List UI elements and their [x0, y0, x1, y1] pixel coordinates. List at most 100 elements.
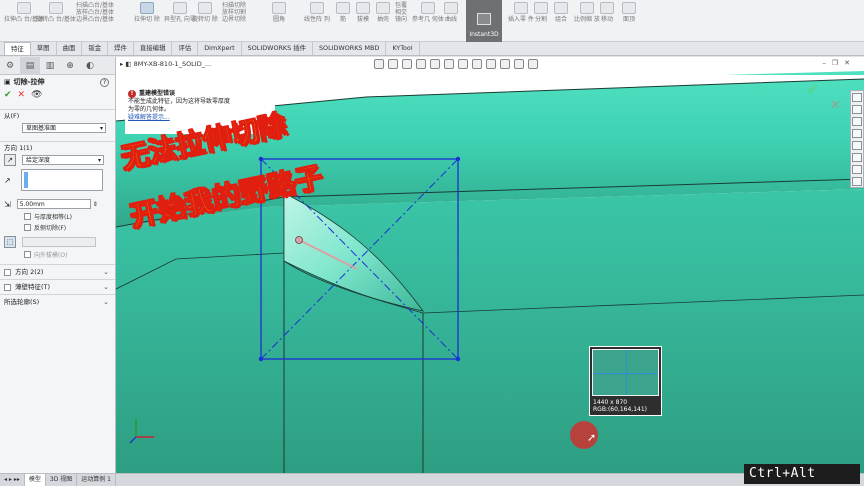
tab-direct-edit[interactable]: 直接编辑: [134, 42, 173, 55]
move-icon: [600, 2, 614, 14]
configuration-manager-icon[interactable]: ▥: [40, 57, 60, 75]
chevron-down-icon: ⌄: [103, 267, 109, 276]
tab-sw-mbd[interactable]: SOLIDWORKS MBD: [313, 42, 387, 55]
move-button[interactable]: 移动: [600, 2, 614, 36]
curves-button[interactable]: 曲线: [444, 2, 458, 36]
tab-kytool[interactable]: KYTool: [386, 42, 420, 55]
minimize-icon[interactable]: –: [822, 59, 826, 67]
front-face[interactable]: [116, 189, 864, 473]
face-icon: [622, 2, 636, 14]
tab-surfaces[interactable]: 曲面: [57, 42, 83, 55]
instant3d-icon: [477, 13, 491, 25]
rib-button[interactable]: 筋: [336, 2, 350, 36]
reference-geometry-button[interactable]: 参考几 何体: [412, 2, 444, 36]
apply-scene-icon[interactable]: [500, 59, 510, 69]
tab-dimxpert[interactable]: DimXpert: [198, 42, 242, 55]
appearances-icon[interactable]: [852, 153, 862, 162]
chevron-down-icon: ▾: [99, 125, 103, 132]
tab-sketch[interactable]: 草图: [31, 42, 57, 55]
tab-evaluate[interactable]: 评估: [172, 42, 199, 55]
linear-pattern-button[interactable]: 线性阵 列: [304, 2, 330, 36]
edit-appearance-icon[interactable]: [486, 59, 496, 69]
shell-button[interactable]: 抽壳: [376, 2, 390, 36]
flip-side-checkbox[interactable]: 反侧切除(F): [0, 222, 115, 233]
reference-geometry-icon: [420, 2, 435, 14]
tab-sheet-metal[interactable]: 钣金: [82, 42, 109, 55]
insert-part-button[interactable]: 插入零 件: [508, 2, 534, 36]
tab-weldments[interactable]: 焊件: [108, 42, 134, 55]
scale-button[interactable]: 比例缩 放: [574, 2, 600, 36]
instant3d-button[interactable]: Instant3D: [466, 0, 502, 42]
custom-properties-icon[interactable]: [852, 165, 862, 174]
display-manager-icon[interactable]: ◐: [80, 57, 100, 75]
end-condition-select[interactable]: 给定深度 ▾: [22, 155, 104, 165]
wrap-intersect-mirror-group[interactable]: 包覆 相交 镜向: [395, 2, 407, 36]
design-library-icon[interactable]: [852, 117, 862, 126]
confirm-corner-cancel-icon[interactable]: ✕: [830, 98, 841, 113]
property-title: ▣ 切除-拉伸 ?: [0, 75, 115, 89]
view-orientation-icon[interactable]: [444, 59, 454, 69]
file-explorer-icon[interactable]: [852, 129, 862, 138]
split-button[interactable]: 分割: [534, 2, 548, 36]
spinner-icon[interactable]: ⇕: [93, 201, 98, 208]
display-pane-icon[interactable]: [528, 59, 538, 69]
forum-icon[interactable]: [852, 177, 862, 186]
direction-selection-box[interactable]: [20, 169, 103, 191]
feature-ribbon: 拉伸凸 台/基体 旋转凸 台/基体 扫描凸台/基体 放样凸台/基体 边界凸台/基…: [0, 0, 864, 42]
draft-button[interactable]: 拔模: [356, 2, 370, 36]
expand-tree-icon[interactable]: ▸: [120, 60, 123, 68]
draft-toggle-icon[interactable]: ⬚: [4, 236, 16, 248]
sketch-point[interactable]: [258, 356, 264, 362]
view-palette-icon[interactable]: [852, 141, 862, 150]
help-icon[interactable]: ?: [100, 77, 109, 87]
thin-feature-section[interactable]: 薄壁特征(T) ⌄: [0, 279, 115, 294]
restore-icon[interactable]: ❐: [832, 59, 838, 67]
depth-input[interactable]: 5.00mm: [16, 199, 91, 209]
selected-contours-section[interactable]: 所选轮廓(S) ⌄: [0, 294, 115, 309]
display-style-icon[interactable]: [458, 59, 468, 69]
section-view-icon[interactable]: [416, 59, 426, 69]
dimxpert-manager-icon[interactable]: ⊕: [60, 57, 80, 75]
view-settings-icon[interactable]: [514, 59, 524, 69]
revolve-cut-button[interactable]: 旋转切 除: [192, 2, 218, 36]
drag-handle[interactable]: [295, 236, 303, 244]
nav-arrows-icon[interactable]: ◂ ▸ ▸▸: [0, 474, 25, 486]
face-button[interactable]: 面顶: [622, 2, 636, 36]
direction-selection-row: ↗: [0, 167, 115, 193]
tab-model[interactable]: 模型: [24, 474, 46, 486]
zoom-area-icon[interactable]: [388, 59, 398, 69]
dynamic-annotation-icon[interactable]: [430, 59, 440, 69]
resources-icon[interactable]: [852, 105, 862, 114]
feature-manager-icon[interactable]: ⚙: [0, 57, 20, 75]
tab-features[interactable]: 特征: [4, 42, 31, 55]
sweep-cut-group[interactable]: 扫描切除 放样切割 边界切除: [222, 2, 246, 36]
previous-view-icon[interactable]: [402, 59, 412, 69]
combine-button[interactable]: 组合: [554, 2, 568, 36]
equal-thickness-checkbox[interactable]: 与厚度相等(L): [0, 211, 115, 222]
close-icon[interactable]: ✕: [844, 59, 850, 67]
revolve-boss-button[interactable]: 旋转凸 台/基体: [36, 2, 76, 36]
home-icon[interactable]: [852, 93, 862, 102]
sketch-point[interactable]: [455, 356, 461, 362]
zoom-to-fit-icon[interactable]: [374, 59, 384, 69]
tab-motion-study[interactable]: 运动算例 1: [77, 474, 116, 486]
direction-arrow-icon: ↗: [4, 175, 11, 185]
direction2-section[interactable]: 方向 2(2) ⌄: [0, 264, 115, 279]
cancel-x-icon[interactable]: ✕: [18, 90, 26, 100]
preview-eye-icon[interactable]: 👁: [31, 90, 42, 100]
document-title: ▸ ◧ 8MY-XB-810-1_SOLID_...: [120, 60, 212, 68]
fillet-button[interactable]: 圆角: [272, 2, 286, 36]
sweep-loft-boss-group[interactable]: 扫描凸台/基体 放样凸台/基体 边界凸台/基体: [76, 2, 114, 36]
confirm-corner-check-icon[interactable]: ✔: [806, 80, 819, 99]
tab-sw-addins[interactable]: SOLIDWORKS 插件: [242, 42, 313, 55]
reverse-direction-icon[interactable]: ↗: [4, 154, 16, 166]
from-select[interactable]: 草图基准面 ▾: [22, 123, 106, 133]
hide-show-icon[interactable]: [472, 59, 482, 69]
tab-3d-views[interactable]: 3D 视图: [46, 474, 78, 486]
property-manager-icon[interactable]: ▤: [20, 57, 40, 75]
ok-check-icon[interactable]: ✔: [4, 90, 12, 100]
sketch-point[interactable]: [455, 156, 461, 162]
extrude-cut-button[interactable]: 拉伸切 除: [134, 2, 160, 36]
curves-icon: [444, 2, 458, 14]
sketch-point[interactable]: [258, 156, 264, 162]
